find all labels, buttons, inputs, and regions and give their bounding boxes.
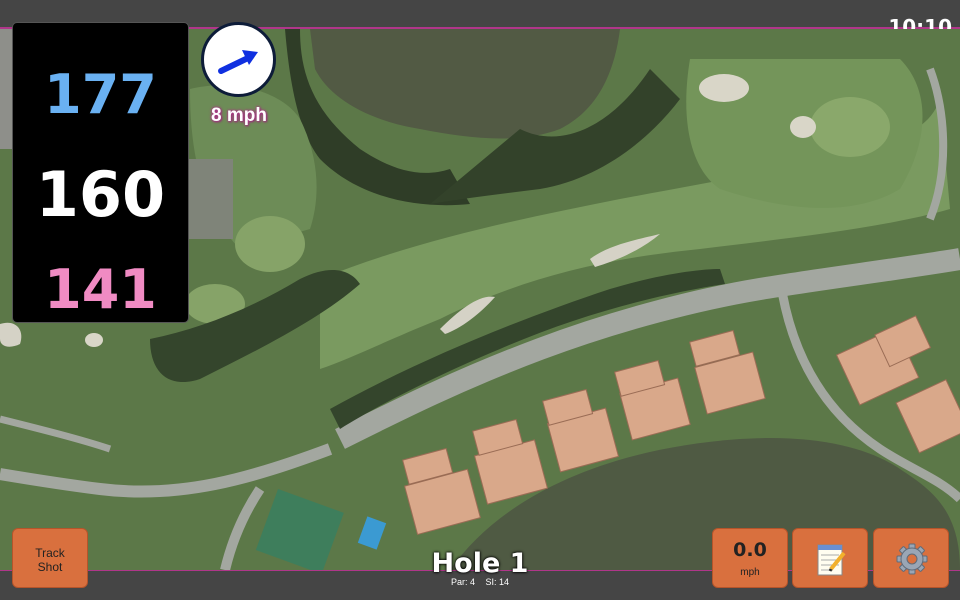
back-distance: 177 (44, 63, 157, 126)
notepad-icon (817, 544, 846, 576)
hole-meta: Par: 4 SI: 14 (380, 577, 580, 587)
settings-button[interactable] (873, 528, 949, 588)
hole-stroke-index: SI: 14 (485, 577, 510, 587)
hole-par: Par: 4 (450, 577, 475, 587)
track-shot-button[interactable]: Track Shot (12, 528, 88, 588)
notes-button[interactable] (792, 528, 868, 588)
wind-speed: 8 mph (211, 105, 267, 126)
distance-panel: 177 160 141 (12, 22, 189, 323)
speed-button[interactable]: 0.0 mph (712, 528, 788, 588)
speed-value: 0.0 (733, 539, 767, 561)
track-shot-label-line2: Shot (37, 560, 63, 574)
wind-indicator (201, 22, 276, 97)
speed-unit: mph (740, 567, 760, 578)
track-shot-label-line1: Track (35, 546, 65, 560)
arrow-icon (218, 50, 258, 74)
gear-icon (896, 543, 928, 575)
hole-title: Hole 1 (431, 548, 529, 579)
middle-distance: 160 (35, 158, 166, 231)
front-distance: 141 (44, 258, 157, 321)
